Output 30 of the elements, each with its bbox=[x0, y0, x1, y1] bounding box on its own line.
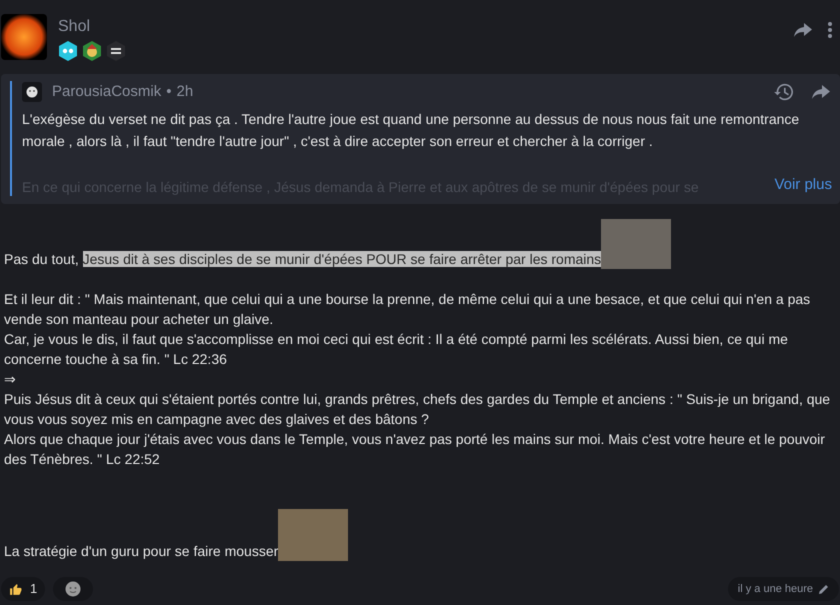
photo-placeholder bbox=[278, 509, 348, 561]
pencil-icon bbox=[819, 584, 829, 594]
quote-text: L'exégèse du verset ne dit pas ça . Tendre l'autre joue est quand une personne au dessus de nous nous fait une remontrance morale , alors là , il faut "tendre l'autre jour" , c'est à dire accepter son erreur et chercher à la corriger . bbox=[22, 110, 800, 151]
separator-dot: • bbox=[166, 82, 172, 102]
post-paragraph: La stratégie d'un guru pour se faire mousser bbox=[4, 509, 840, 561]
smiley-icon bbox=[65, 581, 82, 597]
avatar bbox=[1, 14, 47, 60]
post-paragraph: Pas du tout, Jesus dit à ses disciples de se munir d'épées POUR se faire arrêter par les romains bbox=[4, 219, 840, 269]
timestamp-chip[interactable]: il y a une heure bbox=[728, 577, 839, 601]
share-icon[interactable] bbox=[794, 23, 812, 37]
like-reaction-button[interactable]: 1 bbox=[1, 577, 46, 601]
author-name[interactable]: Shol bbox=[58, 16, 126, 38]
history-icon[interactable] bbox=[774, 83, 794, 102]
quote-author[interactable]: ParousiaCosmik bbox=[52, 81, 162, 104]
post-text: Puis Jésus dit à ceux qui s'étaient portés contre lui, grands prêtres, chefs des gardes du Temple et anciens : " Suis-je un brigand, que vous vous soyez mis en campagne avec des glaives et des bâtons ? bbox=[4, 390, 832, 429]
quote-time: 2h bbox=[176, 82, 194, 102]
badge-icon bbox=[82, 41, 102, 61]
photo-placeholder bbox=[601, 219, 672, 269]
post-text: ⇒ bbox=[4, 370, 17, 389]
badge-icon bbox=[106, 41, 126, 61]
badge-icon bbox=[58, 41, 78, 61]
face-icon bbox=[26, 86, 38, 98]
more-options-icon[interactable] bbox=[828, 22, 832, 38]
timestamp: il y a une heure bbox=[738, 582, 813, 597]
post-text: Car, je vous le dis, il faut que s'accomplisse en moi ceci qui est écrit : Il a été compté parmi les scélérats. Aussi bien, ce qui me concerne touche à sa fin. " Lc 22:36 bbox=[4, 330, 789, 369]
post-text: Alors que chaque jour j'étais avec vous dans le Temple, vous n'avez pas porté les mains sur moi. Mais c'est votre heure et le pouvoir des Ténèbres. " Lc 22:52 bbox=[4, 430, 826, 469]
share-icon[interactable] bbox=[812, 85, 830, 100]
post-text: Et il leur dit : " Mais maintenant, que celui qui a une bourse la prenne, de même celui qui a une besace, et que celui qui n'en a pas vende son manteau pour acheter un glaive. bbox=[4, 290, 812, 329]
thumbs-up-icon bbox=[9, 582, 22, 596]
add-reaction-button[interactable] bbox=[53, 577, 94, 601]
